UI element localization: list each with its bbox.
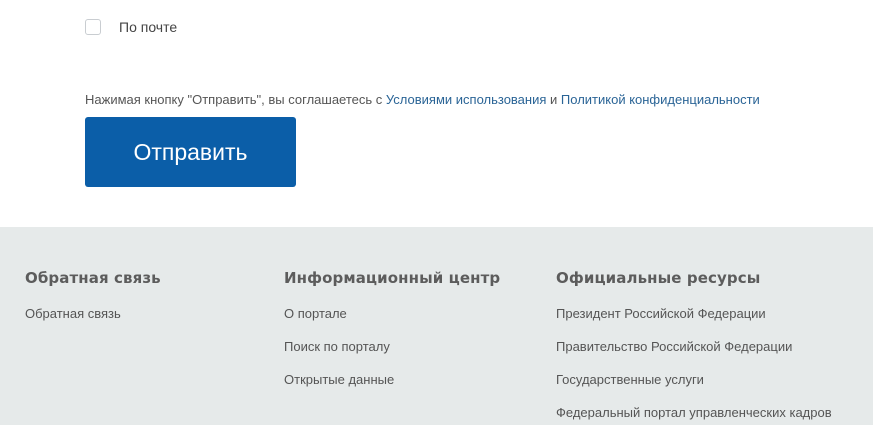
terms-of-use-link[interactable]: Условиями использования [386,92,547,107]
by-mail-label: По почте [119,19,178,35]
footer-link-open-data[interactable]: Открытые данные [284,372,500,405]
footer-link-president[interactable]: Президент Российской Федерации [556,306,832,339]
by-mail-checkbox[interactable] [85,19,101,35]
footer-column-info-center: Информационный центр О портале Поиск по … [284,269,500,405]
footer-column-official-resources: Официальные ресурсы Президент Российской… [556,269,832,438]
footer-link-government[interactable]: Правительство Российской Федерации [556,339,832,372]
footer-link-list: Президент Российской Федерации Правитель… [556,306,832,438]
footer-link-list: О портале Поиск по порталу Открытые данн… [284,306,500,405]
terms-prefix-text: Нажимая кнопку "Отправить", вы соглашает… [85,92,386,107]
by-mail-option[interactable]: По почте [85,19,177,35]
privacy-policy-link[interactable]: Политикой конфиденциальности [561,92,760,107]
footer-link-list: Обратная связь [25,306,161,339]
footer-link-feedback[interactable]: Обратная связь [25,306,161,339]
terms-and-text: и [546,92,561,107]
footer-column-feedback: Обратная связь Обратная связь [25,269,161,339]
terms-notice: Нажимая кнопку "Отправить", вы соглашает… [85,92,760,107]
footer-link-about-portal[interactable]: О портале [284,306,500,339]
footer: Обратная связь Обратная связь Информацио… [0,227,873,425]
footer-link-gov-services[interactable]: Государственные услуги [556,372,832,405]
submit-button[interactable]: Отправить [85,117,296,187]
footer-column-title: Информационный центр [284,269,501,287]
footer-link-hr-portal[interactable]: Федеральный портал управленческих кадров [556,405,832,438]
footer-column-title: Официальные ресурсы [556,269,761,287]
footer-column-title: Обратная связь [25,269,161,287]
footer-link-portal-search[interactable]: Поиск по порталу [284,339,500,372]
feedback-form: По почте Нажимая кнопку "Отправить", вы … [0,0,873,227]
